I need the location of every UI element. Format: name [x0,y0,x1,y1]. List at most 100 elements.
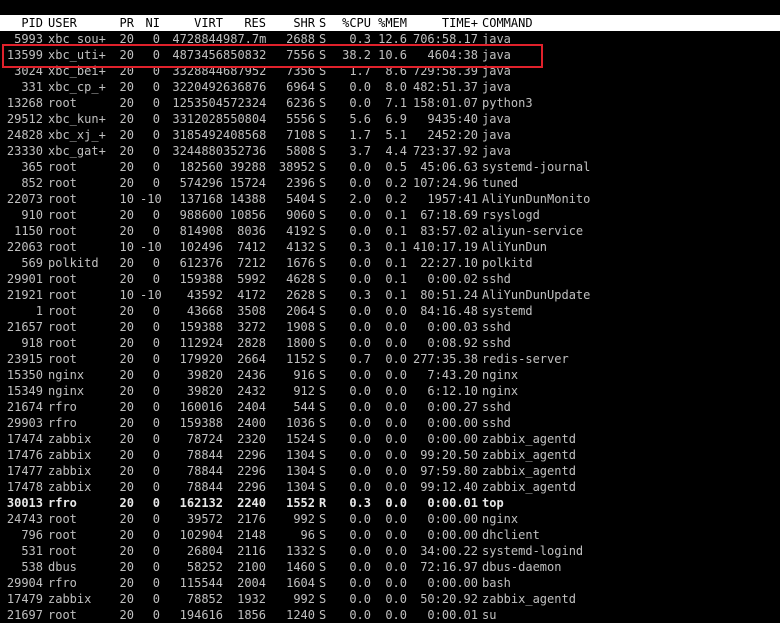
process-pid: 910 [21,208,43,222]
process-shr: 544 [293,400,315,414]
process-user: root [48,288,77,302]
process-user: zabbix [48,480,92,494]
process-cpu: 0.0 [349,576,371,590]
process-time: 158:01.07 [412,96,478,110]
process-command: java [482,144,511,158]
process-user: root [48,160,77,174]
process-shr: 1036 [286,416,315,430]
process-state: S [319,384,327,398]
process-pid: 23915 [6,352,43,366]
process-ni: 0 [152,32,160,46]
column-header-time[interactable]: TIME+ [408,15,478,31]
process-ni: 0 [152,256,160,270]
process-time: 84:16.48 [420,304,478,318]
process-pid: 29512 [6,112,43,126]
process-pr: 10 [119,288,134,302]
process-pid: 1150 [14,224,43,238]
process-pr: 20 [119,576,134,590]
process-shr: 1460 [286,560,315,574]
process-time: 410:17.19 [412,240,478,254]
process-ni: -10 [140,192,162,206]
process-pid: 13268 [6,96,43,110]
process-user: xbc_xj_+ [48,128,106,142]
column-header-state[interactable]: S [319,15,329,31]
column-header-user[interactable]: USER [48,15,120,31]
process-state: S [319,112,327,126]
process-cpu: 0.0 [349,464,371,478]
process-mem: 0.0 [385,496,407,510]
process-cpu: 0.0 [349,448,371,462]
process-command: nginx [482,368,519,382]
process-res: 2828 [237,336,266,350]
process-res: 550804 [223,112,267,126]
process-user: zabbix [48,464,92,478]
column-header-cpu[interactable]: %CPU [333,15,371,31]
process-ni: 0 [152,224,160,238]
process-mem: 0.0 [385,560,407,574]
process-command: systemd-journal [482,160,591,174]
process-cpu: 0.3 [349,32,371,46]
process-virt: 182560 [179,160,223,174]
process-state: S [319,592,327,606]
process-time: 97:59.80 [420,464,478,478]
column-header-ni[interactable]: NI [140,15,160,31]
process-time: 34:00.22 [420,544,478,558]
process-virt: 78844 [186,480,223,494]
process-mem: 12.6 [378,32,407,46]
process-command: polkitd [482,256,533,270]
process-ni: 0 [152,592,160,606]
column-header-pid[interactable]: PID [0,15,43,31]
column-header-shr[interactable]: SHR [268,15,315,31]
process-user: root [48,528,77,542]
process-pr: 20 [119,512,134,526]
process-command: systemd [482,304,533,318]
process-pid: 17479 [6,592,43,606]
process-state: S [319,528,327,542]
column-header-res[interactable]: RES [223,15,266,31]
column-header-mem[interactable]: %MEM [371,15,407,31]
process-pr: 20 [119,224,134,238]
process-mem: 0.1 [385,272,407,286]
process-virt: 78724 [186,432,223,446]
process-virt: 3220492 [172,80,223,94]
process-state: S [319,288,327,302]
process-state: S [319,304,327,318]
process-cpu: 0.0 [349,160,371,174]
process-virt: 26804 [186,544,223,558]
process-time: 50:20.92 [420,592,478,606]
process-state: R [319,496,327,510]
process-user: root [48,192,77,206]
process-user: root [48,544,77,558]
terminal-window[interactable]: PID USER PR NI VIRT RES SHR S %CPU %MEM … [0,0,780,622]
process-pid: 796 [21,528,43,542]
process-cpu: 0.0 [349,80,371,94]
process-ni: 0 [152,416,160,430]
process-pr: 20 [119,160,134,174]
process-virt: 58252 [186,560,223,574]
process-mem: 0.0 [385,448,407,462]
process-cpu: 0.3 [349,240,371,254]
process-ni: 0 [152,464,160,478]
process-ni: 0 [152,368,160,382]
process-cpu: 0.0 [349,336,371,350]
process-ni: 0 [152,560,160,574]
process-command: zabbix_agentd [482,464,576,478]
process-res: 2404 [237,400,266,414]
process-shr: 5556 [286,112,315,126]
process-pid: 331 [21,80,43,94]
column-header-pr[interactable]: PR [114,15,134,31]
process-command: sshd [482,272,511,286]
process-state: S [319,480,327,494]
process-state: S [319,448,327,462]
process-pr: 20 [119,112,134,126]
process-mem: 0.0 [385,400,407,414]
process-mem: 0.2 [385,192,407,206]
process-mem: 0.0 [385,576,407,590]
column-header-virt[interactable]: VIRT [163,15,223,31]
process-command: python3 [482,96,533,110]
process-res: 2296 [237,464,266,478]
process-command: zabbix_agentd [482,480,576,494]
process-time: 67:18.69 [420,208,478,222]
process-shr: 1552 [286,496,315,510]
column-header-command[interactable]: COMMAND [482,15,780,31]
